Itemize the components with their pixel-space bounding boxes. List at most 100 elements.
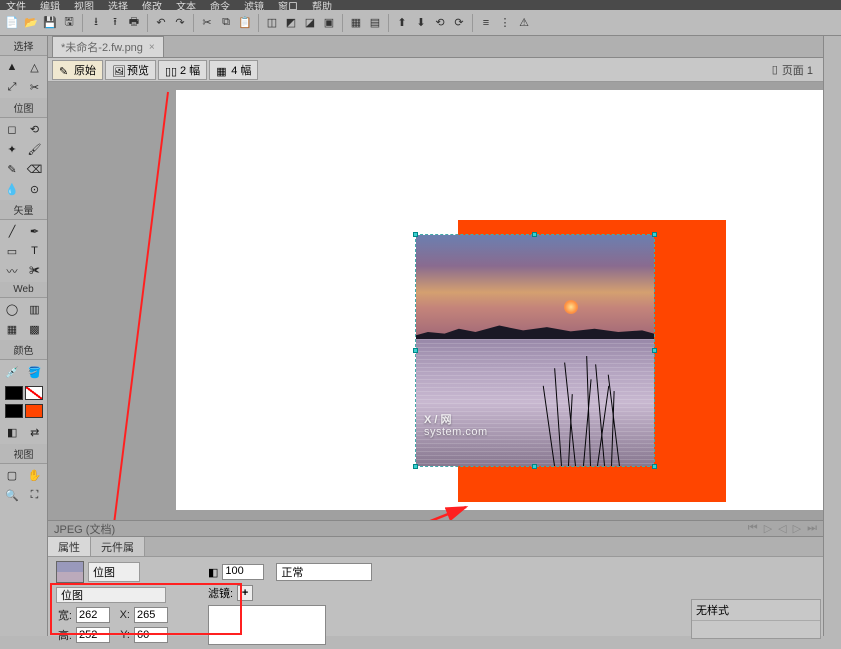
stroke-swatch[interactable] (5, 386, 23, 400)
tab-symbol-props[interactable]: 元件属 (91, 537, 145, 556)
save-all-icon[interactable]: 🖫 (61, 15, 77, 31)
warning-icon[interactable]: ⚠ (516, 15, 532, 31)
menu-item[interactable]: 帮助 (312, 0, 332, 10)
crop-tool-icon[interactable]: ✂ (24, 77, 46, 97)
hide-slices-icon[interactable]: ▦ (1, 319, 23, 339)
filter-list[interactable] (208, 605, 326, 645)
pen-tool-icon[interactable]: ✒ (24, 221, 46, 241)
paste-icon[interactable]: 📋 (237, 15, 253, 31)
pointer-tool-icon[interactable]: ▲ (1, 57, 23, 77)
menu-item[interactable]: 选择 (108, 0, 128, 10)
swap-colors-icon[interactable]: ⇄ (25, 422, 46, 442)
import-icon[interactable]: ⭳ (88, 15, 104, 31)
resize-handle[interactable] (532, 232, 537, 237)
page-indicator[interactable]: ▯页面 1 (772, 62, 819, 78)
resize-handle[interactable] (413, 464, 418, 469)
bitmap-selection[interactable]: X / 网 system.com (415, 234, 655, 467)
width-input[interactable] (76, 607, 110, 623)
resize-handle[interactable] (652, 464, 657, 469)
fit-icon[interactable]: ⛶ (24, 485, 46, 505)
hand-tool-icon[interactable]: ✋ (24, 465, 46, 485)
exclude-icon[interactable]: ▣ (321, 15, 337, 31)
menu-item[interactable]: 滤镜 (244, 0, 264, 10)
resize-handle[interactable] (413, 348, 418, 353)
x-input[interactable] (134, 607, 168, 623)
send-back-icon[interactable]: ⬇ (413, 15, 429, 31)
rotate-right-icon[interactable]: ⟳ (451, 15, 467, 31)
menu-item[interactable]: 文本 (176, 0, 196, 10)
bucket-tool-icon[interactable]: 🪣 (25, 362, 46, 382)
first-frame-icon[interactable]: ⏮ (748, 522, 758, 535)
view-preview-button[interactable]: 🖼预览 (105, 60, 156, 80)
slice-tool-icon[interactable]: ▥ (24, 299, 46, 319)
subselect-tool-icon[interactable]: △ (24, 57, 46, 77)
height-input[interactable] (76, 627, 110, 643)
blend-mode-select[interactable]: 正常 (276, 563, 372, 581)
rotate-left-icon[interactable]: ⟲ (432, 15, 448, 31)
resize-handle[interactable] (532, 464, 537, 469)
wand-tool-icon[interactable]: ✦ (1, 139, 23, 159)
distribute-icon[interactable]: ⋮ (497, 15, 513, 31)
show-slices-icon[interactable]: ▩ (24, 319, 46, 339)
line-tool-icon[interactable]: ╱ (1, 221, 23, 241)
save-icon[interactable]: 💾 (42, 15, 58, 31)
hotspot-tool-icon[interactable]: ◯ (1, 299, 23, 319)
prev-frame-icon[interactable]: ◁ (778, 522, 786, 535)
undo-icon[interactable]: ↶ (153, 15, 169, 31)
knife-tool-icon[interactable]: ✀ (24, 261, 46, 281)
eraser-tool-icon[interactable]: ⌫ (24, 159, 46, 179)
align-icon[interactable]: ≡ (478, 15, 494, 31)
intersect-icon[interactable]: ◪ (302, 15, 318, 31)
close-icon[interactable]: × (149, 42, 155, 53)
redo-icon[interactable]: ↷ (172, 15, 188, 31)
menu-item[interactable]: 修改 (142, 0, 162, 10)
default-colors-icon[interactable]: ◧ (2, 422, 23, 442)
new-icon[interactable]: 📄 (4, 15, 20, 31)
last-frame-icon[interactable]: ⏭ (807, 522, 817, 535)
copy-icon[interactable]: ⧉ (218, 15, 234, 31)
eyedropper-tool-icon[interactable]: 💉 (2, 362, 23, 382)
scale-tool-icon[interactable]: ⤢ (1, 77, 23, 97)
export-icon[interactable]: ⭱ (107, 15, 123, 31)
stamp-tool-icon[interactable]: ⊙ (24, 179, 46, 199)
next-frame-icon[interactable]: ▷ (793, 522, 801, 535)
canvas-area[interactable]: X / 网 system.com (48, 82, 823, 520)
right-dock[interactable] (823, 36, 841, 636)
document-tab[interactable]: *未命名-2.fw.png × (52, 36, 164, 57)
cut-icon[interactable]: ✂ (199, 15, 215, 31)
resize-handle[interactable] (652, 348, 657, 353)
bring-front-icon[interactable]: ⬆ (394, 15, 410, 31)
freeform-tool-icon[interactable]: 〰 (1, 261, 23, 281)
opacity-input[interactable]: 100 (222, 564, 264, 580)
fill-swatch-black[interactable] (5, 404, 23, 418)
stroke-none-swatch[interactable] (25, 386, 43, 400)
blur-tool-icon[interactable]: 💧 (1, 179, 23, 199)
union-icon[interactable]: ◫ (264, 15, 280, 31)
menu-item[interactable]: 视图 (74, 0, 94, 10)
ungroup-icon[interactable]: ▤ (367, 15, 383, 31)
menu-item[interactable]: 命令 (210, 0, 230, 10)
play-icon[interactable]: ▷ (764, 522, 772, 535)
menu-item[interactable]: 文件 (6, 0, 26, 10)
pencil-tool-icon[interactable]: ✎ (1, 159, 23, 179)
rect-tool-icon[interactable]: ▭ (1, 241, 23, 261)
open-icon[interactable]: 📂 (23, 15, 39, 31)
view-2up-button[interactable]: ▯▯2 幅 (158, 60, 207, 80)
resize-handle[interactable] (652, 232, 657, 237)
print-icon[interactable]: 🖶 (126, 15, 142, 31)
object-name-input[interactable] (56, 587, 166, 603)
group-icon[interactable]: ▦ (348, 15, 364, 31)
menu-item[interactable]: 窗口 (278, 0, 298, 10)
marquee-tool-icon[interactable]: ◻ (1, 119, 23, 139)
add-filter-button[interactable]: + (237, 585, 253, 601)
view-original-button[interactable]: ✎原始 (52, 60, 103, 80)
lasso-tool-icon[interactable]: ⟲ (24, 119, 46, 139)
menu-item[interactable]: 编辑 (40, 0, 60, 10)
zoom-tool-icon[interactable]: 🔍 (1, 485, 23, 505)
brush-tool-icon[interactable]: 🖌 (24, 139, 46, 159)
y-input[interactable] (134, 627, 168, 643)
fill-swatch-orange[interactable] (25, 404, 43, 418)
view-4up-button[interactable]: ▦4 幅 (209, 60, 258, 80)
screen-mode-icon[interactable]: ▢ (1, 465, 23, 485)
subtract-icon[interactable]: ◩ (283, 15, 299, 31)
